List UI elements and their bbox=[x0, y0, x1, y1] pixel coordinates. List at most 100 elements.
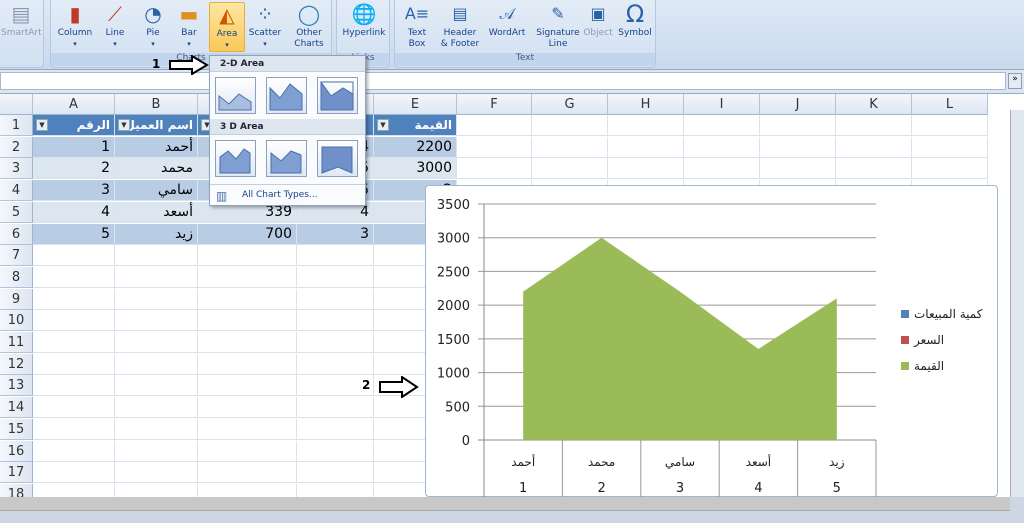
column-header-I[interactable]: I bbox=[684, 94, 760, 115]
column-header-H[interactable]: H bbox=[608, 94, 684, 115]
cell[interactable] bbox=[532, 115, 608, 136]
cell[interactable] bbox=[33, 332, 115, 353]
select-all-corner[interactable] bbox=[0, 94, 33, 115]
table-cell-A4[interactable]: 3 bbox=[33, 180, 115, 202]
cell[interactable] bbox=[684, 158, 760, 180]
all-chart-types-item[interactable]: ▥ All Chart Types... bbox=[210, 184, 365, 206]
table-cell-B2[interactable]: أحمد bbox=[115, 136, 198, 158]
cell[interactable] bbox=[33, 440, 115, 462]
cell[interactable] bbox=[684, 136, 760, 158]
table-header-B[interactable]: اسم العميل ▼ bbox=[115, 115, 198, 136]
cell[interactable] bbox=[33, 353, 115, 375]
text-button-signature-line[interactable]: ✎ Signature Line bbox=[535, 2, 581, 50]
cell[interactable] bbox=[532, 158, 608, 180]
cell[interactable] bbox=[760, 115, 836, 136]
cell[interactable] bbox=[115, 440, 198, 462]
row-header-12[interactable]: 12 bbox=[0, 353, 33, 375]
cell[interactable] bbox=[297, 397, 374, 419]
table-cell-B3[interactable]: محمد bbox=[115, 158, 198, 180]
cell[interactable] bbox=[115, 266, 198, 288]
stacked-area-2d-option[interactable] bbox=[266, 77, 307, 114]
table-cell-C6[interactable]: 700 bbox=[198, 223, 297, 245]
cell[interactable] bbox=[115, 310, 198, 332]
column-header-G[interactable]: G bbox=[532, 94, 608, 115]
cell[interactable] bbox=[836, 115, 912, 136]
cell[interactable] bbox=[198, 397, 297, 419]
row-header-14[interactable]: 14 bbox=[0, 397, 33, 419]
text-button-object[interactable]: ▣ Object bbox=[581, 2, 615, 39]
table-cell-D6[interactable]: 3 bbox=[297, 223, 374, 245]
cell[interactable] bbox=[457, 136, 532, 158]
row-header-17[interactable]: 17 bbox=[0, 462, 33, 484]
cell[interactable] bbox=[33, 462, 115, 484]
cell[interactable] bbox=[33, 245, 115, 267]
cell[interactable] bbox=[836, 136, 912, 158]
cell[interactable] bbox=[297, 245, 374, 267]
cell[interactable] bbox=[198, 332, 297, 353]
table-header-A[interactable]: الرقم ▼ bbox=[33, 115, 115, 136]
area-3d-option[interactable] bbox=[215, 140, 256, 177]
table-cell-B6[interactable]: زيد bbox=[115, 223, 198, 245]
column-header-K[interactable]: K bbox=[836, 94, 912, 115]
cell[interactable] bbox=[33, 397, 115, 419]
cell[interactable] bbox=[115, 418, 198, 440]
row-header-5[interactable]: 5 bbox=[0, 201, 33, 223]
chart-button-area[interactable]: ◭ Area ▾ bbox=[209, 2, 245, 52]
cell[interactable] bbox=[115, 462, 198, 484]
chart-button-bar[interactable]: ▬ Bar ▾ bbox=[171, 2, 207, 50]
row-header-4[interactable]: 4 bbox=[0, 180, 33, 202]
chart-button-column[interactable]: ▮ Column ▾ bbox=[57, 2, 93, 50]
row-header-13[interactable]: 13 bbox=[0, 375, 33, 397]
row-header-1[interactable]: 1 bbox=[0, 115, 33, 136]
cell[interactable] bbox=[198, 245, 297, 267]
table-cell-B5[interactable]: أسعد bbox=[115, 201, 198, 223]
cell[interactable] bbox=[532, 136, 608, 158]
table-header-E[interactable]: القيمة ▼ bbox=[374, 115, 457, 136]
text-button-wordart[interactable]: 𝒜 WordArt bbox=[483, 2, 531, 39]
expand-formula-bar-button[interactable]: » bbox=[1008, 73, 1022, 89]
column-header-A[interactable]: A bbox=[33, 94, 115, 115]
area-chart[interactable]: 0 500 1000 1500 2000 2500 3000 3500 أحمد 1 محمد 2 سا… bbox=[425, 185, 998, 497]
column-header-E[interactable]: E bbox=[374, 94, 457, 115]
column-header-J[interactable]: J bbox=[760, 94, 836, 115]
row-header-16[interactable]: 16 bbox=[0, 440, 33, 462]
cell[interactable] bbox=[457, 158, 532, 180]
cell[interactable] bbox=[297, 266, 374, 288]
cell[interactable] bbox=[912, 115, 988, 136]
table-cell-A5[interactable]: 4 bbox=[33, 201, 115, 223]
cell[interactable] bbox=[297, 353, 374, 375]
text-button-symbol[interactable]: Ω Symbol bbox=[617, 2, 653, 39]
cell[interactable] bbox=[608, 136, 684, 158]
chart-button-pie[interactable]: ◔ Pie ▾ bbox=[135, 2, 171, 50]
table-cell-E3[interactable]: 3000 bbox=[374, 158, 457, 180]
cell[interactable] bbox=[198, 440, 297, 462]
row-header-15[interactable]: 15 bbox=[0, 418, 33, 440]
cell[interactable] bbox=[115, 288, 198, 310]
cell[interactable] bbox=[912, 158, 988, 180]
stacked-area-3d-option[interactable] bbox=[266, 140, 307, 177]
cell[interactable] bbox=[297, 440, 374, 462]
row-header-10[interactable]: 10 bbox=[0, 310, 33, 332]
cell[interactable] bbox=[115, 245, 198, 267]
cell[interactable] bbox=[457, 115, 532, 136]
row-header-6[interactable]: 6 bbox=[0, 223, 33, 245]
table-cell-E2[interactable]: 2200 bbox=[374, 136, 457, 158]
cell[interactable] bbox=[760, 158, 836, 180]
cell[interactable] bbox=[608, 115, 684, 136]
vertical-scrollbar[interactable] bbox=[1010, 110, 1024, 497]
percent-area-2d-option[interactable] bbox=[317, 77, 358, 114]
cell[interactable] bbox=[297, 332, 374, 353]
cell[interactable] bbox=[33, 288, 115, 310]
text-button-text-box[interactable]: A≡ Text Box bbox=[401, 2, 433, 50]
table-cell-A3[interactable]: 2 bbox=[33, 158, 115, 180]
cell[interactable] bbox=[608, 158, 684, 180]
cell[interactable] bbox=[836, 158, 912, 180]
cell[interactable] bbox=[297, 418, 374, 440]
column-header-B[interactable]: B bbox=[115, 94, 198, 115]
percent-area-3d-option[interactable] bbox=[317, 140, 358, 177]
cell[interactable] bbox=[198, 375, 297, 397]
horizontal-scrollbar[interactable] bbox=[0, 497, 1010, 511]
cell[interactable] bbox=[33, 266, 115, 288]
filter-dropdown-icon[interactable]: ▼ bbox=[36, 119, 48, 131]
smartart-button[interactable]: ▤ SmartArt bbox=[1, 2, 42, 39]
